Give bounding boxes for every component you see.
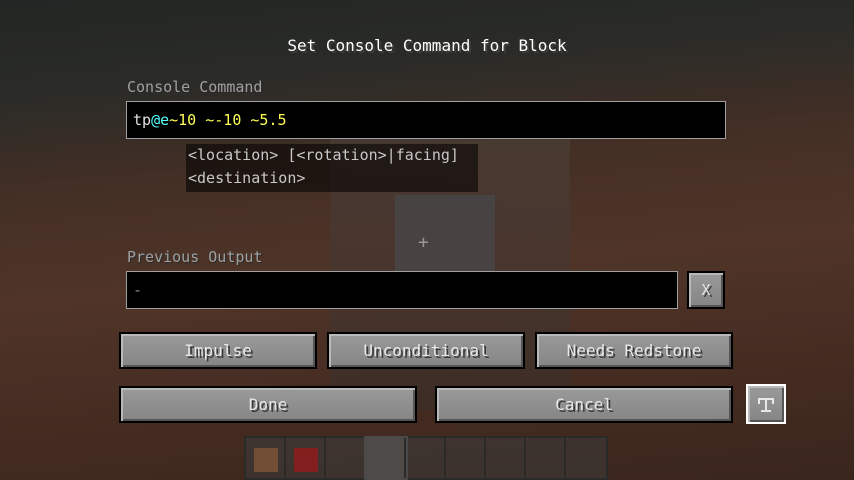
hotbar-slot: [246, 438, 286, 478]
item-icon: [254, 448, 278, 472]
previous-output-label: Previous Output: [127, 248, 263, 266]
hotbar-slot: [566, 438, 606, 478]
hotbar: [244, 436, 608, 480]
hotbar-slot: [406, 438, 446, 478]
impulse-mode-button[interactable]: Impulse: [119, 332, 317, 369]
previous-output-field[interactable]: -: [126, 271, 678, 309]
suggestion-item[interactable]: <destination>: [186, 167, 478, 190]
track-output-toggle-icon: [758, 398, 774, 412]
console-command-input[interactable]: tp @e ~10 ~-10 ~5.5: [126, 101, 726, 139]
command-token: tp: [133, 111, 152, 129]
selector-token: @e: [151, 111, 170, 129]
done-button[interactable]: Done: [119, 386, 417, 423]
console-command-label: Console Command: [127, 78, 263, 96]
screen-title: Set Console Command for Block: [287, 36, 567, 55]
track-output-button[interactable]: [746, 384, 786, 424]
hotbar-slot: [326, 438, 366, 478]
hotbar-slot: [446, 438, 486, 478]
hotbar-slot-selected: [364, 436, 408, 480]
suggestion-item[interactable]: <location> [<rotation>|facing]: [186, 144, 478, 167]
clear-output-button[interactable]: X: [687, 271, 725, 309]
suggestion-popup: <location> [<rotation>|facing] <destinat…: [186, 144, 478, 192]
needs-redstone-button[interactable]: Needs Redstone: [535, 332, 733, 369]
crosshair-icon: +: [418, 232, 429, 253]
hotbar-slot: [526, 438, 566, 478]
coords-token: ~10 ~-10 ~5.5: [169, 111, 287, 129]
item-icon: [294, 448, 318, 472]
hotbar-slot: [286, 438, 326, 478]
conditional-button[interactable]: Unconditional: [327, 332, 525, 369]
hotbar-slot: [486, 438, 526, 478]
cancel-button[interactable]: Cancel: [435, 386, 733, 423]
